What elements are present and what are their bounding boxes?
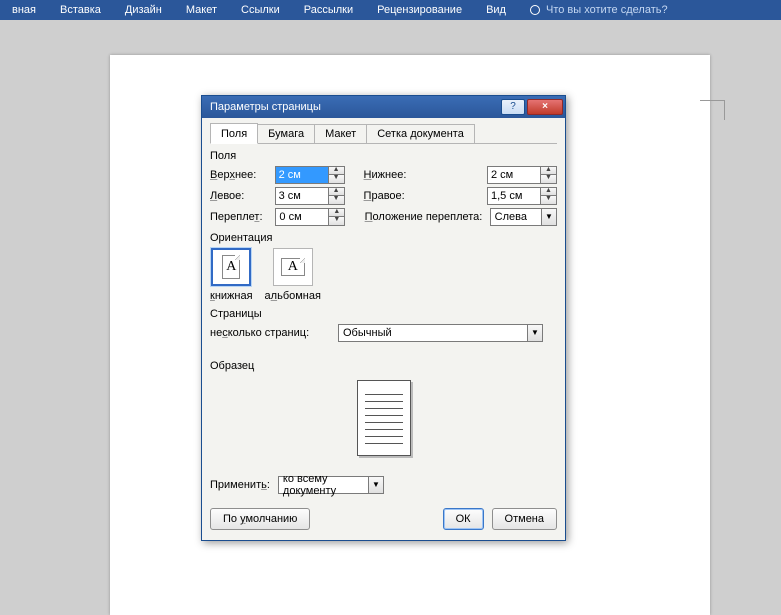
input-gutter-field[interactable] xyxy=(276,209,328,225)
chevron-down-icon[interactable]: ▼ xyxy=(527,325,542,341)
lightbulb-icon xyxy=(530,5,540,15)
spin-down-icon[interactable]: ▼ xyxy=(329,217,344,225)
dialog-titlebar: Параметры страницы ? × xyxy=(202,96,565,118)
combo-apply-to[interactable]: ко всему документу ▼ xyxy=(278,476,384,494)
label-gutter: Переплет: xyxy=(210,211,275,223)
section-sample-title: Образец xyxy=(210,360,557,372)
ribbon-tab-references[interactable]: Ссылки xyxy=(229,1,292,19)
orientation-landscape-label: альбомная xyxy=(265,290,321,302)
document-area: Параметры страницы ? × Поля Бумага Макет… xyxy=(0,20,781,608)
input-gutter[interactable]: ▲▼ xyxy=(275,208,345,226)
tab-fields[interactable]: Поля xyxy=(210,123,258,144)
tab-grid[interactable]: Сетка документа xyxy=(366,124,475,143)
spin-down-icon[interactable]: ▼ xyxy=(541,175,556,183)
section-orientation-title: Ориентация xyxy=(210,232,557,244)
spin-down-icon[interactable]: ▼ xyxy=(329,196,344,204)
label-left: Левое: xyxy=(210,190,275,202)
ribbon-tab-home[interactable]: вная xyxy=(0,1,48,19)
input-left-margin-field[interactable] xyxy=(276,188,328,204)
combo-apply-to-value: ко всему документу xyxy=(279,473,368,497)
combo-gutter-pos-value: Слева xyxy=(491,211,541,223)
combo-gutter-pos[interactable]: Слева ▼ xyxy=(490,208,557,226)
spin-down-icon[interactable]: ▼ xyxy=(329,175,344,183)
combo-multiple-pages[interactable]: Обычный ▼ xyxy=(338,324,543,342)
label-gutter-pos: Положение переплета: xyxy=(365,211,490,223)
section-fields-title: Поля xyxy=(210,150,557,162)
dialog-title: Параметры страницы xyxy=(210,101,321,113)
close-button[interactable]: × xyxy=(527,99,563,115)
chevron-down-icon[interactable]: ▼ xyxy=(541,209,556,225)
label-top: Верхнее: xyxy=(210,169,275,181)
chevron-down-icon[interactable]: ▼ xyxy=(368,477,383,493)
default-button[interactable]: По умолчанию xyxy=(210,508,310,530)
input-right-margin-field[interactable] xyxy=(488,188,540,204)
ok-button[interactable]: ОК xyxy=(443,508,484,530)
ribbon-tab-layout[interactable]: Макет xyxy=(174,1,229,19)
spin-down-icon[interactable]: ▼ xyxy=(541,196,556,204)
sample-preview xyxy=(210,380,557,456)
input-left-margin[interactable]: ▲▼ xyxy=(275,187,345,205)
portrait-icon: A xyxy=(211,248,251,286)
sample-page-icon xyxy=(357,380,411,456)
combo-multiple-pages-value: Обычный xyxy=(339,327,527,339)
landscape-icon: A xyxy=(273,248,313,286)
margin-marker xyxy=(700,100,725,120)
help-button[interactable]: ? xyxy=(501,99,525,115)
ribbon-tab-design[interactable]: Дизайн xyxy=(113,1,174,19)
ribbon: вная Вставка Дизайн Макет Ссылки Рассылк… xyxy=(0,0,781,20)
ribbon-tab-insert[interactable]: Вставка xyxy=(48,1,113,19)
tell-me-placeholder: Что вы хотите сделать? xyxy=(546,4,668,16)
ribbon-tab-mailings[interactable]: Рассылки xyxy=(292,1,365,19)
ribbon-tab-review[interactable]: Рецензирование xyxy=(365,1,474,19)
input-right-margin[interactable]: ▲▼ xyxy=(487,187,557,205)
label-bottom: Нижнее: xyxy=(364,169,487,181)
orientation-portrait-label: книжная xyxy=(210,290,253,302)
tab-layout[interactable]: Макет xyxy=(314,124,367,143)
ribbon-tab-view[interactable]: Вид xyxy=(474,1,518,19)
label-right: Правое: xyxy=(364,190,487,202)
input-top-margin-field[interactable] xyxy=(276,167,328,183)
dialog-tabs: Поля Бумага Макет Сетка документа xyxy=(210,122,557,144)
label-multiple-pages: несколько страниц: xyxy=(210,327,338,339)
tell-me-search[interactable]: Что вы хотите сделать? xyxy=(518,4,668,16)
input-bottom-margin[interactable]: ▲▼ xyxy=(487,166,557,184)
input-top-margin[interactable]: ▲▼ xyxy=(275,166,345,184)
tab-paper[interactable]: Бумага xyxy=(257,124,315,143)
label-apply-to: Применить: xyxy=(210,479,270,491)
orientation-portrait[interactable]: A книжная xyxy=(210,248,253,302)
section-pages-title: Страницы xyxy=(210,308,557,320)
page-setup-dialog: Параметры страницы ? × Поля Бумага Макет… xyxy=(201,95,566,541)
orientation-landscape[interactable]: A альбомная xyxy=(265,248,321,302)
input-bottom-margin-field[interactable] xyxy=(488,167,540,183)
cancel-button[interactable]: Отмена xyxy=(492,508,557,530)
